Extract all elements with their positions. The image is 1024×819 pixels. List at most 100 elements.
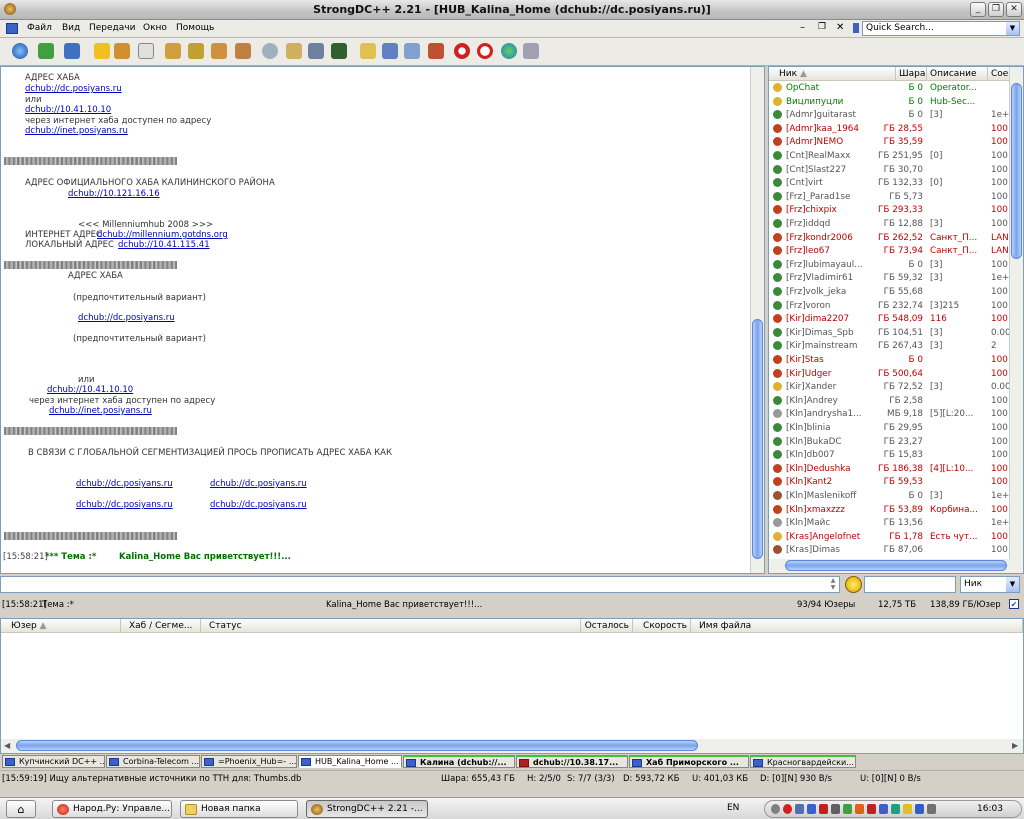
column-user[interactable]: Юзер ▲ — [1, 619, 121, 633]
user-row[interactable]: [Frz]iddqd 12,88 ГБ [3] 100 — [769, 218, 1011, 232]
quick-search-input[interactable]: Quick Search... ▼ — [862, 21, 1020, 36]
user-row[interactable]: [Frz]chixpix 293,33 ГБ 100 — [769, 204, 1011, 218]
speed-80-icon[interactable] — [477, 43, 493, 59]
chat-link[interactable]: dchub://millennium.gotdns.org — [97, 230, 228, 240]
message-input[interactable]: ▲ ▼ — [0, 576, 840, 593]
maximize-button[interactable]: ❐ — [988, 2, 1004, 17]
user-row[interactable]: [Kir]Udger 500,64 ГБ 100 — [769, 368, 1011, 382]
chat-link[interactable]: dchub://dc.posiyans.ru — [25, 84, 122, 94]
chat-link[interactable]: dchub://inet.posiyans.ru — [25, 126, 128, 136]
chat-area[interactable]: АДРЕС ХАБА dchub://dc.posiyans.ru или dc… — [0, 66, 765, 574]
about-icon[interactable] — [523, 43, 539, 59]
user-list-hscroll-thumb[interactable] — [785, 560, 1007, 571]
user-row[interactable]: Вицлипуцли 0 Б Hub-Sec... — [769, 96, 1011, 110]
user-row[interactable]: [Frz]volk_jeka 55,68 ГБ 100 — [769, 286, 1011, 300]
tab-hub-phoenix[interactable]: =Phoenix_Hub=- ... — [201, 755, 297, 768]
reconnect-icon[interactable] — [38, 43, 54, 59]
filter-select[interactable]: Ник ▼ — [960, 576, 1020, 593]
user-list[interactable]: Ник ▲ Шара Описание Сое OpChat 0 Б Operato… — [768, 66, 1024, 574]
user-row[interactable]: [Frz]leo67 73,94 ГБ Санкт_П... LAN — [769, 245, 1011, 259]
user-row[interactable]: [Admr]kaa_1964 28,55 ГБ 100 — [769, 123, 1011, 137]
close-button[interactable]: ✕ — [1006, 2, 1022, 17]
finished-uploads-icon[interactable] — [235, 43, 251, 59]
settings-icon[interactable] — [382, 43, 398, 59]
mdi-icon[interactable] — [6, 23, 18, 34]
tab-hub-kalina-home[interactable]: HUB_Kalina_Home ... — [298, 755, 402, 768]
user-row[interactable]: [Frz]voron 232,74 ГБ [3]215 100 — [769, 300, 1011, 314]
user-row[interactable]: [Kln]blinia 29,95 ГБ 100 — [769, 422, 1011, 436]
chat-link[interactable]: dchub://dc.posiyans.ru — [210, 500, 307, 510]
scroll-right-icon[interactable]: ▶ — [1012, 741, 1018, 750]
column-share[interactable]: Шара — [896, 67, 927, 81]
column-filename[interactable]: Имя файла — [691, 619, 1023, 633]
tab-hub-primorsky[interactable]: Хаб Приморского ... — [629, 755, 749, 768]
tab-hub-10-38-17[interactable]: dchub://10.38.17... — [516, 755, 628, 768]
tray-shield-icon[interactable] — [867, 804, 876, 814]
taskbar-item-folder[interactable]: Новая папка — [180, 800, 298, 818]
user-row[interactable]: [Kras]Dimas 87,06 ГБ 100 — [769, 544, 1011, 558]
user-row[interactable]: [Kln]db007 15,83 ГБ 100 — [769, 449, 1011, 463]
tray-clock[interactable]: 16:03 — [977, 804, 1003, 814]
tray-app-icon[interactable] — [891, 804, 900, 814]
column-description[interactable]: Описание — [927, 67, 988, 81]
transfers-hscrollbar[interactable]: ◀ ▶ — [1, 739, 1023, 753]
chat-scrollbar[interactable] — [750, 67, 764, 573]
tray-dc-icon[interactable] — [807, 804, 816, 814]
menu-view[interactable]: Вид — [62, 23, 80, 33]
chat-link[interactable]: dchub://inet.posiyans.ru — [49, 406, 152, 416]
tray-network-icon[interactable] — [795, 804, 804, 814]
column-status[interactable]: Статус — [201, 619, 581, 633]
notepad-icon[interactable] — [404, 43, 420, 59]
tab-hub-krasnogvardeysky[interactable]: Красногвардейски... — [750, 755, 856, 768]
user-list-scroll-thumb[interactable] — [1011, 83, 1022, 259]
user-row[interactable]: [Frz]Vladimir61 59,32 ГБ [3] 1e+ — [769, 272, 1011, 286]
user-row[interactable]: [Cnt]Slast227 30,70 ГБ 100 — [769, 164, 1011, 178]
finished-downloads-icon[interactable] — [188, 43, 204, 59]
chat-link[interactable]: dchub://dc.posiyans.ru — [210, 479, 307, 489]
tray-volume-icon[interactable] — [927, 804, 936, 814]
tray-chat-icon[interactable] — [903, 804, 912, 814]
open-filelist-icon[interactable] — [360, 43, 376, 59]
user-row[interactable]: [Kln]Andrey 2,58 ГБ 100 — [769, 395, 1011, 409]
user-row[interactable]: [Frz]lubimayaul... 0 Б [3] 100 — [769, 259, 1011, 273]
favorites-icon[interactable] — [94, 43, 110, 59]
chat-link[interactable]: dchub://dc.posiyans.ru — [78, 313, 175, 323]
chat-link[interactable]: dchub://10.41.10.10 — [25, 105, 111, 115]
download-queue-icon[interactable] — [165, 43, 181, 59]
user-row[interactable]: [Kln]Dedushka 186,38 ГБ [4][L:10... 100 — [769, 463, 1011, 477]
tray-speaker-icon[interactable] — [831, 804, 840, 814]
user-row[interactable]: [Frz]_Parad1se 5,73 ГБ 100 — [769, 191, 1011, 205]
user-row[interactable]: [Kln]Maslenikoff 0 Б [3] 1e+ — [769, 490, 1011, 504]
user-row[interactable]: [Kir]dima2207 548,09 ГБ 116 100 — [769, 313, 1011, 327]
tray-k-icon[interactable] — [819, 804, 828, 814]
network-stats-icon[interactable] — [331, 43, 347, 59]
chevron-down-icon[interactable]: ▼ — [1006, 577, 1019, 592]
transfers-panel[interactable]: Юзер ▲ Хаб / Сегме... Статус Осталось Ск… — [0, 618, 1024, 754]
user-row[interactable]: [Kln]BukaDC 23,27 ГБ 100 — [769, 436, 1011, 450]
tray-dc2-icon[interactable] — [915, 804, 924, 814]
scroll-left-icon[interactable]: ◀ — [4, 741, 10, 750]
upload-queue-icon[interactable] — [211, 43, 227, 59]
adl-search-icon[interactable] — [286, 43, 302, 59]
tray-opera-icon[interactable] — [783, 804, 792, 814]
filter-input[interactable] — [864, 576, 956, 593]
away-icon[interactable] — [501, 43, 517, 59]
search-tool-icon[interactable] — [262, 43, 278, 59]
tray-torrent-icon[interactable] — [855, 804, 864, 814]
chat-link[interactable]: dchub://dc.posiyans.ru — [76, 479, 173, 489]
search-spy-icon[interactable] — [308, 43, 324, 59]
user-row[interactable]: [Admr]guitarast 0 Б [3] 1e+ — [769, 109, 1011, 123]
chevron-down-icon[interactable]: ▼ — [1006, 22, 1019, 35]
show-users-checkbox[interactable]: ✔ — [1009, 599, 1019, 609]
chat-link[interactable]: dchub://dc.posiyans.ru — [76, 500, 173, 510]
tray-monitor-icon[interactable] — [879, 804, 888, 814]
column-remaining[interactable]: Осталось — [581, 619, 633, 633]
taskbar-item-browser[interactable]: Народ.Ру: Управле... — [52, 800, 172, 818]
mdi-close-icon[interactable]: ✕ — [836, 22, 844, 33]
chat-link[interactable]: dchub://10.41.115.41 — [118, 240, 210, 250]
chat-link[interactable]: dchub://10.41.10.10 — [47, 385, 133, 395]
chat-link[interactable]: dchub://10.121.16.16 — [68, 189, 160, 199]
user-list-scrollbar[interactable] — [1009, 67, 1023, 559]
chat-scroll-thumb[interactable] — [752, 319, 763, 559]
user-row[interactable]: [Cnt]virt 132,33 ГБ [0] 100 — [769, 177, 1011, 191]
